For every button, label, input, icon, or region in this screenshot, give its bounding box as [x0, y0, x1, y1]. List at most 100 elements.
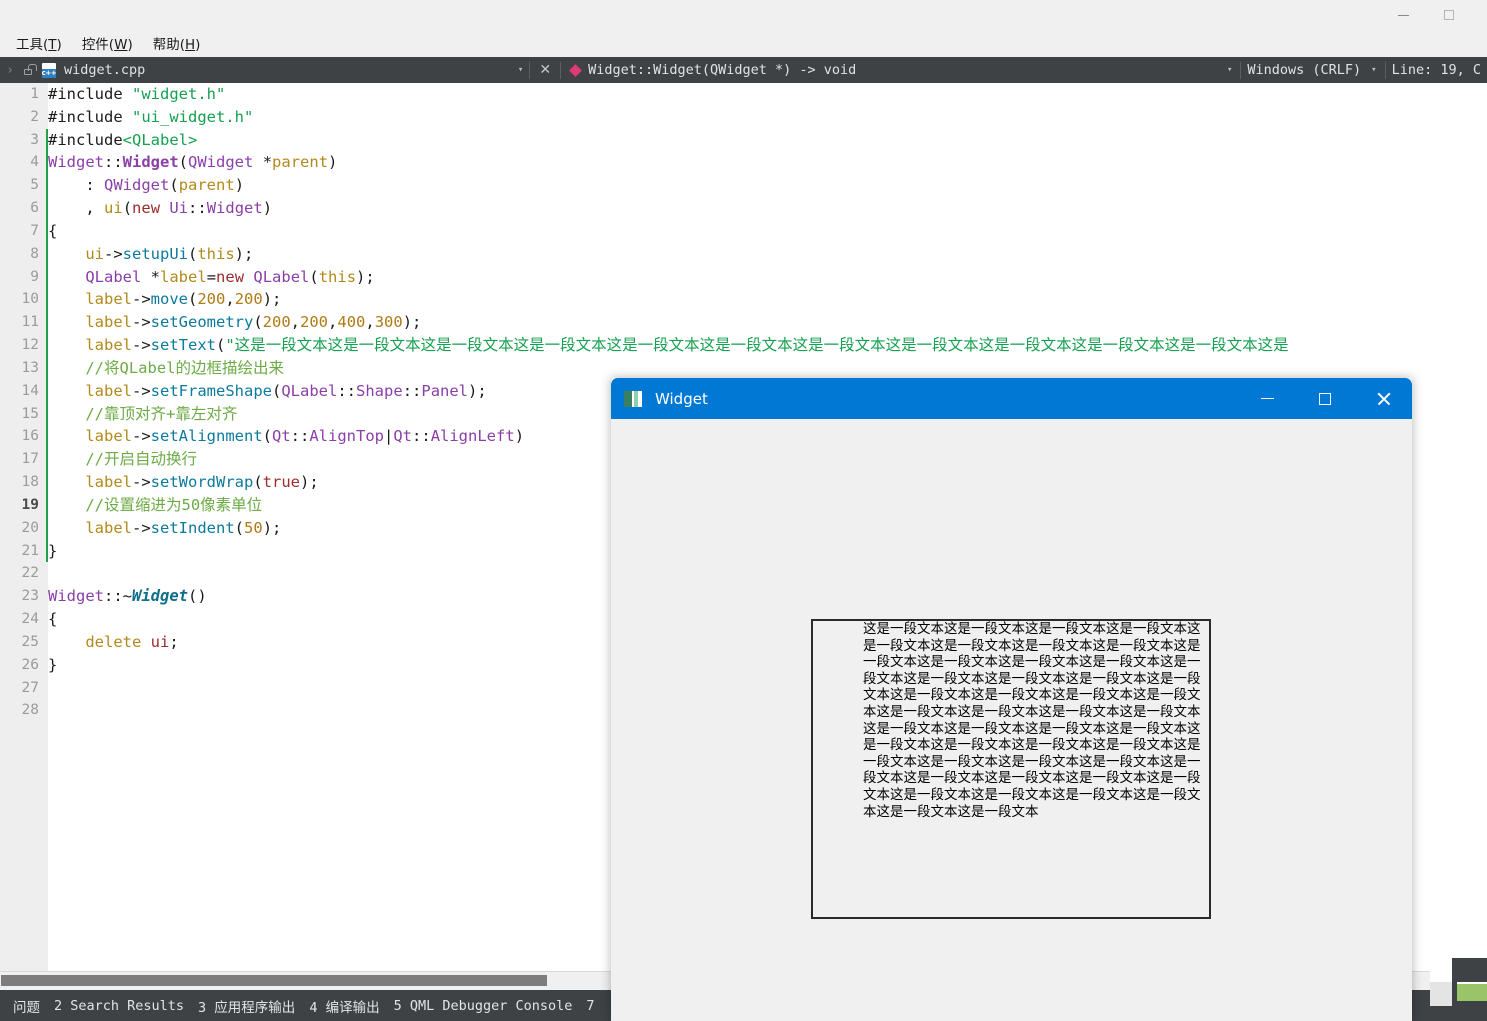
unlock-glyph: [24, 63, 37, 75]
menu-widgets[interactable]: 控件(W): [72, 30, 143, 57]
line-number: 15: [0, 402, 48, 426]
qt-app-title: Widget: [655, 389, 708, 408]
line-number: 7: [0, 219, 48, 243]
line-ending-selector[interactable]: Windows (CRLF): [1241, 62, 1367, 78]
menu-help[interactable]: 帮助(H): [143, 30, 211, 57]
output-pane-tab[interactable]: 问题: [6, 996, 47, 1016]
output-pane-tab[interactable]: 3 应用程序输出: [191, 996, 302, 1016]
menu-widgets-suffix: ): [127, 37, 133, 53]
menubar: 工具(T) 控件(W) 帮助(H): [0, 30, 1487, 57]
line-number: 16: [0, 425, 48, 449]
maximize-icon: [1319, 392, 1331, 405]
window-maximize-button[interactable]: [1426, 0, 1472, 30]
line-number: 22: [21, 565, 39, 582]
line-number: 4: [0, 151, 48, 175]
line-number: 14: [0, 379, 48, 403]
menu-help-suffix: ): [195, 37, 201, 53]
menu-widgets-label: 控件(: [81, 37, 115, 53]
qlabel-text: 这是一段文本这是一段文本这是一段文本这是一段文本这是一段文本这是一段文本这是一段…: [863, 621, 1201, 820]
line-number: 27: [21, 679, 39, 696]
menu-tools-mnemonic: T: [48, 37, 57, 53]
menu-help-mnemonic: H: [185, 37, 196, 53]
line-number: 5: [0, 174, 48, 198]
app-titlebar: [0, 0, 1487, 30]
minimize-icon: [1260, 397, 1274, 400]
minimize-icon: [1397, 14, 1409, 16]
build-progress-box: [1430, 958, 1487, 1021]
line-number: 12: [0, 334, 48, 357]
code-line[interactable]: , ui(new Ui::Widget): [48, 197, 1487, 220]
line-number: 26: [21, 656, 39, 673]
close-file-button[interactable]: ✕: [530, 62, 560, 78]
unlock-icon[interactable]: [18, 63, 38, 75]
editor-toolbar: › c++ widget.cpp ▾ ✕ Widget::Widget(QWid…: [0, 57, 1487, 83]
menu-tools[interactable]: 工具(T): [6, 30, 72, 57]
cpp-file-glyph: c++: [41, 62, 57, 78]
cpp-file-icon-label: c++: [41, 68, 57, 78]
code-line[interactable]: : QWidget(parent): [48, 174, 1487, 197]
progress-bar-fill: [1457, 984, 1487, 1001]
progress-bg-light: [1430, 982, 1452, 1006]
output-pane-tab[interactable]: 2 Search Results: [47, 998, 191, 1014]
line-number: 2: [30, 108, 39, 125]
window-minimize-button[interactable]: [1380, 0, 1426, 30]
line-number: 6: [0, 197, 62, 220]
menu-widgets-mnemonic: W: [114, 37, 128, 53]
app-icon-right: [634, 390, 638, 407]
qt-app-window[interactable]: Widget 这是一段文本这是一段文本这是一段文本这是一段文本这是一段文本这是一…: [611, 378, 1412, 1021]
output-pane-tab[interactable]: 4 编译输出: [302, 996, 386, 1016]
code-line[interactable]: #include "ui_widget.h": [48, 106, 1487, 129]
code-line[interactable]: #include "widget.h": [48, 83, 1487, 106]
line-number: 23: [0, 585, 62, 608]
symbol-dropdown-caret-icon[interactable]: ▾: [1223, 65, 1240, 75]
widget-app-icon: [624, 390, 642, 407]
scrollbar-thumb[interactable]: [1, 975, 547, 986]
code-line[interactable]: label->setGeometry(200,200,400,300);: [48, 311, 1487, 334]
line-number: 13: [0, 356, 48, 380]
code-line[interactable]: ui->setupUi(this);: [48, 243, 1487, 266]
qlabel-frame: 这是一段文本这是一段文本这是一段文本这是一段文本这是一段文本这是一段文本这是一段…: [811, 619, 1211, 919]
qt-app-titlebar[interactable]: Widget: [611, 378, 1412, 419]
output-pane-tab[interactable]: 7: [579, 998, 601, 1014]
close-icon: [1376, 391, 1391, 406]
line-number: 8: [0, 242, 48, 266]
qt-app-client-area: 这是一段文本这是一段文本这是一段文本这是一段文本这是一段文本这是一段文本这是一段…: [611, 419, 1412, 1021]
qt-creator-window: 工具(T) 控件(W) 帮助(H) › c++ widget.cpp ▾ ✕ W…: [0, 0, 1487, 1021]
line-number: 28: [21, 702, 39, 719]
line-number: 1: [30, 86, 39, 102]
output-pane-tab[interactable]: 5 QML Debugger Console: [387, 998, 580, 1014]
line-number: 21: [0, 539, 48, 563]
qt-window-controls: [1238, 378, 1412, 419]
code-line[interactable]: #include<QLabel>: [48, 129, 1487, 152]
line-number: 9: [0, 265, 48, 289]
line-number: 10: [0, 288, 48, 312]
line-number: 25: [21, 633, 39, 650]
chevron-right-icon[interactable]: ›: [2, 63, 18, 78]
code-line[interactable]: {: [48, 220, 1487, 243]
code-line[interactable]: //将QLabel的边框描绘出来: [48, 357, 1487, 380]
line-number: 11: [0, 311, 48, 335]
line-ending-caret-icon[interactable]: ▾: [1367, 65, 1384, 75]
build-progress-indicator[interactable]: [1430, 958, 1487, 1021]
line-number: 18: [0, 471, 48, 494]
menu-help-label: 帮助(: [152, 37, 186, 53]
line-column-indicator[interactable]: Line: 19, C: [1386, 62, 1487, 78]
menu-tools-label: 工具(: [16, 37, 49, 53]
file-dropdown-caret-icon[interactable]: ▾: [512, 65, 529, 75]
current-symbol-label: Widget::Widget(QWidget *) -> void: [588, 62, 857, 78]
open-file-name[interactable]: widget.cpp: [64, 62, 145, 78]
symbol-selector[interactable]: Widget::Widget(QWidget *) -> void: [561, 62, 856, 78]
progress-bg-top: [1452, 958, 1487, 982]
progress-bg-bottom: [1430, 1006, 1487, 1021]
qt-maximize-button[interactable]: [1296, 378, 1354, 419]
code-line[interactable]: label->setText("这是一段文本这是一段文本这是一段文本这是一段文本…: [48, 334, 1487, 357]
code-line[interactable]: Widget::Widget(QWidget *parent): [48, 151, 1487, 174]
code-line[interactable]: QLabel *label=new QLabel(this);: [48, 266, 1487, 289]
qt-minimize-button[interactable]: [1238, 378, 1296, 419]
code-line[interactable]: label->move(200,200);: [48, 288, 1487, 311]
maximize-icon: [1444, 10, 1454, 20]
app-icon-left: [624, 390, 632, 407]
qt-close-button[interactable]: [1354, 378, 1412, 419]
line-number: 24: [21, 611, 39, 628]
line-number: 20: [0, 516, 48, 540]
